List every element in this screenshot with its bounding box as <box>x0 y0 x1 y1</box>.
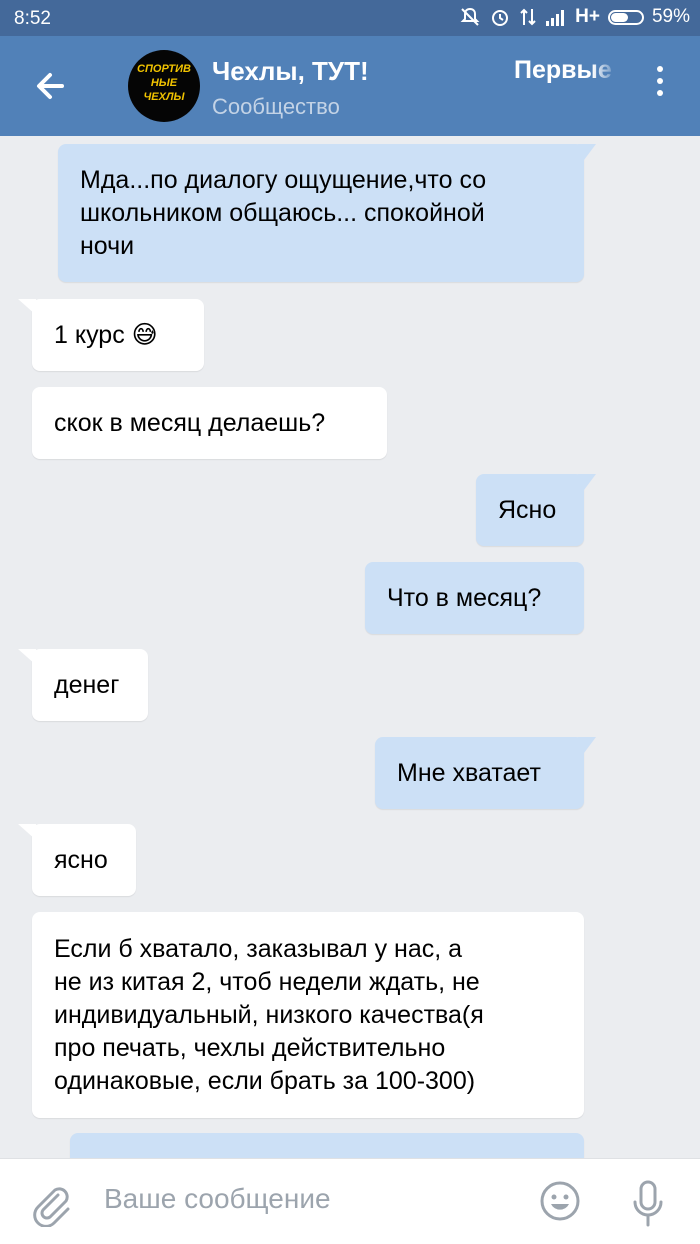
bubble-tail <box>18 649 36 665</box>
battery-icon <box>607 9 644 25</box>
battery-percent: 59% <box>651 6 690 27</box>
message-text-line: одинаковые, если брать за 100-300) <box>54 1067 476 1095</box>
paperclip-icon[interactable] <box>30 1181 70 1227</box>
message-text-line: Если б хватало, заказывал у нас, а <box>54 935 463 963</box>
back-arrow-icon <box>37 73 64 99</box>
message-text-line: 1 курс 😅 <box>54 321 158 349</box>
message-composer: Ваше сообщение <box>0 1158 700 1244</box>
bubble-tail <box>578 737 596 753</box>
back-button[interactable] <box>26 64 74 108</box>
bubble-tail <box>18 299 36 315</box>
message-text-line: про печать, чехлы действительно <box>54 1034 446 1062</box>
status-time: 8:52 <box>14 8 51 29</box>
first-messages-button[interactable]: Первые <box>514 56 618 85</box>
data-arrows-icon <box>520 8 536 26</box>
message-bubble[interactable]: Мда...по диалогу ощущение,что со школьник… <box>58 144 584 282</box>
chat-subtitle: Сообщество <box>212 94 340 119</box>
alarm-icon <box>492 10 509 26</box>
more-vertical-icon <box>657 66 663 72</box>
message-bubble[interactable]: скок в месяц делаешь? <box>32 387 387 459</box>
message-text-line: школьником общаюсь... спокойной <box>80 199 485 227</box>
message-text-line: Мне хватает <box>397 759 541 787</box>
message-bubble[interactable]: Мне хватает <box>375 737 584 809</box>
message-text-line: ясно <box>54 846 108 874</box>
signal-icon <box>546 10 565 26</box>
bubble-tail <box>18 824 36 840</box>
message-bubble[interactable]: ясно <box>32 824 136 896</box>
message-bubble[interactable]: Ясно <box>476 474 584 546</box>
message-text-line: индивидуальный, низкого качества(я <box>54 1001 484 1029</box>
message-bubble[interactable]: Если б хватало, заказывал у нас, а не из … <box>32 912 584 1118</box>
network-type: H+ <box>575 6 600 27</box>
emoji-icon[interactable] <box>538 1179 582 1223</box>
status-bar: 8:52 H+ 59% <box>0 0 700 36</box>
message-text-line: Что в месяц? <box>387 584 542 612</box>
message-text-line: ночи <box>80 232 135 260</box>
chat-header: СПОРТИВ НЫЕ ЧЕХЛЫ Чехлы, ТУТ! Сообщество… <box>0 36 700 136</box>
avatar-logo: СПОРТИВ НЫЕ ЧЕХЛЫ <box>137 63 191 103</box>
message-text-line: скок в месяц делаешь? <box>54 409 326 437</box>
message-text-line: Мда...по диалогу ощущение,что со <box>80 166 487 194</box>
status-icons: H+ 59% <box>459 6 690 28</box>
microphone-icon[interactable] <box>630 1179 666 1229</box>
bubble-tail <box>578 474 596 490</box>
message-text-line: Ясно <box>498 496 557 524</box>
message-bubble-partial[interactable] <box>70 1133 584 1158</box>
chat-title[interactable]: Чехлы, ТУТ! <box>212 56 369 87</box>
message-bubble[interactable]: 1 курс 😅 <box>32 299 204 371</box>
message-text-line: не из китая 2, чтоб недели ждать, не <box>54 968 480 996</box>
mute-bell-icon <box>460 7 480 26</box>
message-list[interactable]: Мда...по диалогу ощущение,что со школьник… <box>0 136 700 1158</box>
more-menu-button[interactable] <box>648 66 672 106</box>
bubble-tail <box>578 144 596 160</box>
community-avatar[interactable]: СПОРТИВ НЫЕ ЧЕХЛЫ <box>128 50 200 122</box>
message-bubble[interactable]: Что в месяц? <box>365 562 584 634</box>
message-input[interactable]: Ваше сообщение <box>104 1183 331 1215</box>
message-text-line: денег <box>54 671 120 699</box>
message-bubble[interactable]: денег <box>32 649 148 721</box>
